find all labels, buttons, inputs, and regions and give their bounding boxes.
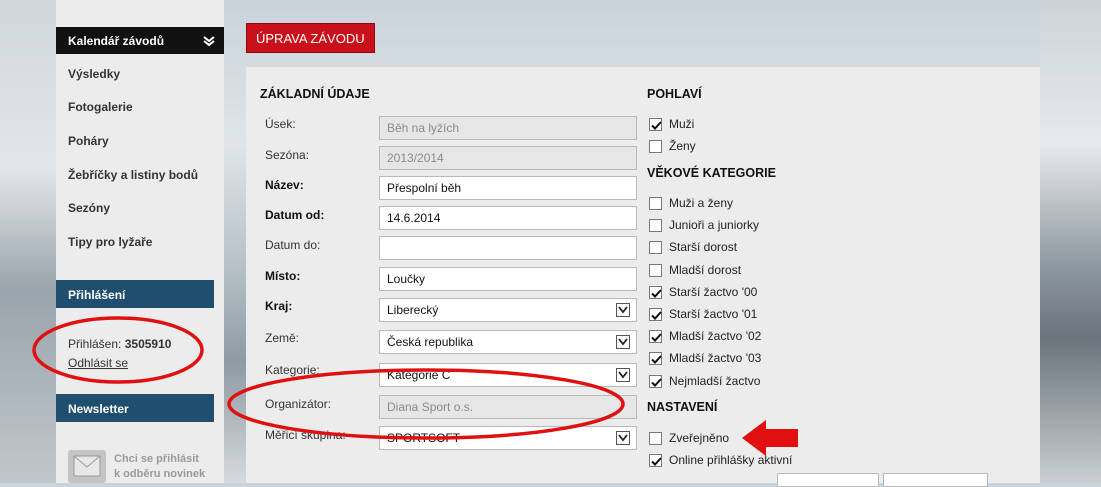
annotation-overlay <box>32 316 798 456</box>
annotation-arrow <box>742 420 798 456</box>
annotation-circle-organizer <box>227 368 625 440</box>
annotation-circle-login <box>32 316 204 384</box>
